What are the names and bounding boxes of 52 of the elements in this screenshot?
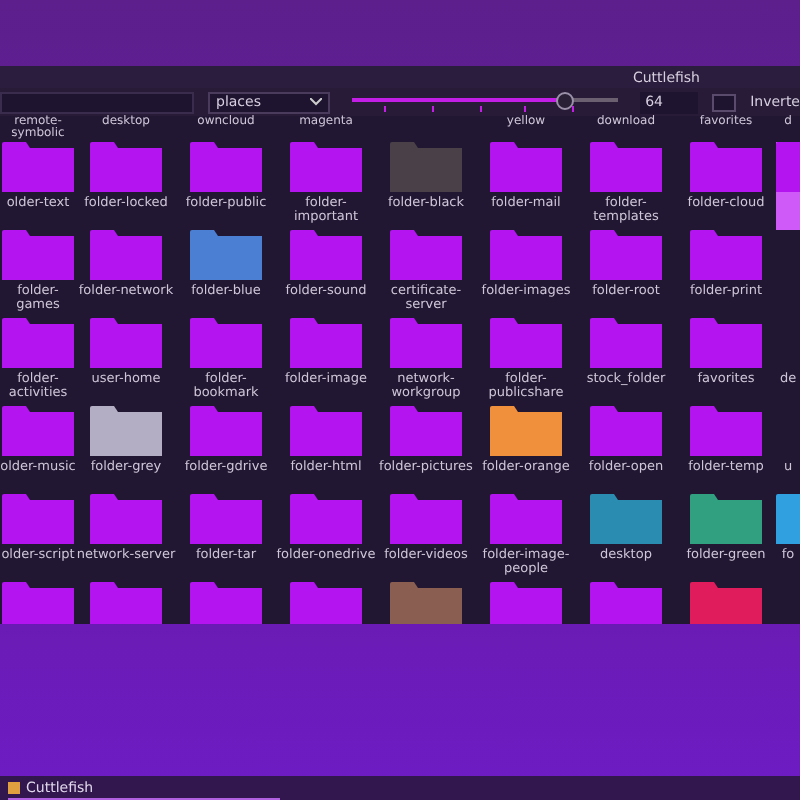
folder-icon[interactable] [190,582,262,624]
folder-icon[interactable] [690,494,762,544]
chevron-down-icon [309,98,322,106]
search-field[interactable] [0,91,194,113]
folder-icon[interactable] [190,494,262,544]
folder-icon[interactable] [290,142,362,192]
folder-icon[interactable] [590,406,662,456]
folder-icon[interactable] [2,494,74,544]
folder-icon[interactable] [490,142,562,192]
invert-checkbox[interactable] [711,93,737,111]
folder-icon[interactable] [2,318,74,368]
folder-icon[interactable] [390,494,462,544]
folder-icon[interactable] [2,406,74,456]
folder-icon[interactable] [90,406,162,456]
folder-icon[interactable] [590,318,662,368]
folder-icon[interactable] [590,494,662,544]
folder-icon[interactable] [390,318,462,368]
folder-icon[interactable] [690,582,762,624]
folder-icon[interactable] [690,406,762,456]
folder-icon[interactable] [490,494,562,544]
folder-icon[interactable] [190,318,262,368]
folder-icon[interactable] [690,230,762,280]
folder-icon[interactable] [90,494,162,544]
folder-icon[interactable] [490,230,562,280]
folder-icon[interactable] [290,582,362,624]
folder-icon[interactable] [390,406,462,456]
folder-icon[interactable] [490,406,562,456]
folder-icon[interactable] [290,406,362,456]
folder-icon[interactable] [2,230,74,280]
folder-icon[interactable] [190,406,262,456]
folder-icon[interactable] [690,318,762,368]
folder-icon[interactable] [90,318,162,368]
slider-handle[interactable] [556,92,575,110]
folder-icon[interactable] [590,142,662,192]
folder-icon[interactable] [90,230,162,280]
folder-icon[interactable] [2,582,74,624]
size-slider[interactable] [351,92,618,112]
folder-icon[interactable] [190,142,262,192]
folder-icon[interactable] [90,582,162,624]
folder-icon[interactable] [490,582,562,624]
folder-icon[interactable] [490,318,562,368]
folder-icon[interactable] [290,230,362,280]
folder-icon[interactable] [590,230,662,280]
folder-icon[interactable] [290,494,362,544]
app-icon [8,781,20,793]
folder-icon[interactable] [90,142,162,192]
folder-icon[interactable] [690,142,762,192]
folder-icon[interactable] [590,582,662,624]
folder-icon[interactable] [290,318,362,368]
folder-icon[interactable] [2,142,74,192]
folder-icon[interactable] [190,230,262,280]
folder-icon[interactable] [390,230,462,280]
